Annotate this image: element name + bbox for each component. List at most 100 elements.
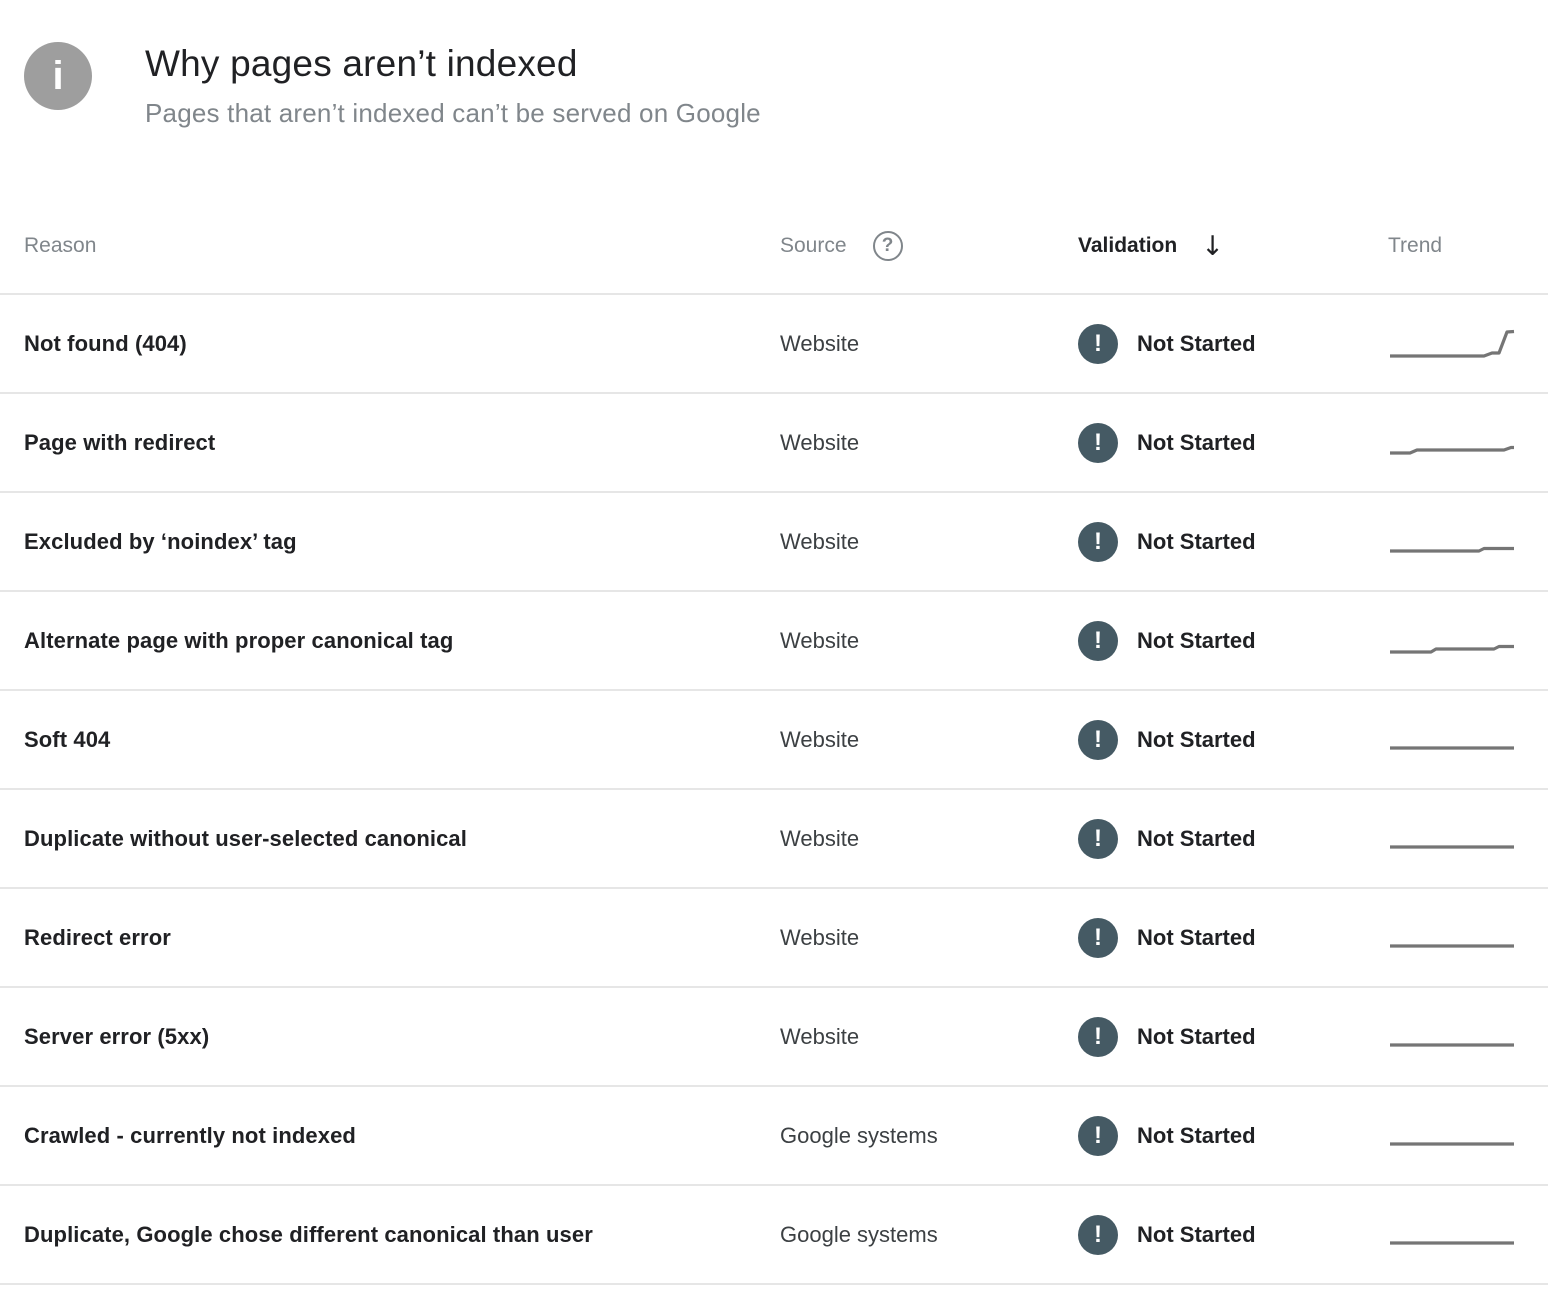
table-header: Reason Source ? Validation ↓ Trend: [0, 199, 1548, 295]
trend-cell: [1388, 522, 1548, 562]
column-header-reason-label: Reason: [24, 234, 96, 258]
validation-cell: ! Not Started: [1078, 819, 1388, 859]
reason-label: Not found (404): [0, 331, 780, 357]
validation-status-label: Not Started: [1137, 826, 1256, 852]
column-header-validation[interactable]: Validation ↓: [1078, 231, 1388, 262]
column-header-source-label: Source: [780, 234, 847, 258]
table-row[interactable]: Duplicate without user-selected canonica…: [0, 790, 1548, 889]
trend-cell: [1388, 1017, 1548, 1057]
validation-status-label: Not Started: [1137, 628, 1256, 654]
trend-sparkline: [1388, 1017, 1516, 1057]
trend-sparkline: [1388, 324, 1516, 364]
source-label: Website: [780, 430, 1078, 456]
validation-badge: !: [1078, 1116, 1118, 1156]
validation-cell: ! Not Started: [1078, 522, 1388, 562]
reason-label: Soft 404: [0, 727, 780, 753]
table-row[interactable]: Duplicate, Google chose different canoni…: [0, 1186, 1548, 1285]
reason-label: Duplicate without user-selected canonica…: [0, 826, 780, 852]
table-row[interactable]: Soft 404 Website ! Not Started: [0, 691, 1548, 790]
source-label: Website: [780, 628, 1078, 654]
source-label: Website: [780, 727, 1078, 753]
table-row[interactable]: Server error (5xx) Website ! Not Started: [0, 988, 1548, 1087]
trend-sparkline: [1388, 1116, 1516, 1156]
reason-label: Excluded by ‘noindex’ tag: [0, 529, 780, 555]
exclamation-icon: !: [1094, 1023, 1102, 1051]
validation-badge: !: [1078, 1017, 1118, 1057]
help-icon[interactable]: ?: [873, 231, 903, 261]
source-label: Website: [780, 1024, 1078, 1050]
exclamation-icon: !: [1094, 330, 1102, 358]
validation-status-label: Not Started: [1137, 1024, 1256, 1050]
table-row[interactable]: Redirect error Website ! Not Started: [0, 889, 1548, 988]
validation-badge: !: [1078, 324, 1118, 364]
table-row[interactable]: Page with redirect Website ! Not Started: [0, 394, 1548, 493]
validation-cell: ! Not Started: [1078, 1215, 1388, 1255]
exclamation-icon: !: [1094, 1221, 1102, 1249]
trend-cell: [1388, 621, 1548, 661]
source-label: Google systems: [780, 1222, 1078, 1248]
page-subtitle: Pages that aren’t indexed can’t be serve…: [145, 98, 761, 129]
validation-status-label: Not Started: [1137, 727, 1256, 753]
exclamation-icon: !: [1094, 429, 1102, 457]
trend-cell: [1388, 423, 1548, 463]
exclamation-icon: !: [1094, 1122, 1102, 1150]
validation-cell: ! Not Started: [1078, 918, 1388, 958]
table-row[interactable]: Crawled - currently not indexed Google s…: [0, 1087, 1548, 1186]
column-header-source[interactable]: Source ?: [780, 231, 1078, 261]
validation-status-label: Not Started: [1137, 925, 1256, 951]
exclamation-icon: !: [1094, 726, 1102, 754]
page-root: i Why pages aren’t indexed Pages that ar…: [0, 0, 1548, 1296]
validation-status-label: Not Started: [1137, 331, 1256, 357]
arrow-down-icon: ↓: [1201, 231, 1224, 262]
trend-cell: [1388, 918, 1548, 958]
column-header-validation-label: Validation: [1078, 234, 1177, 258]
help-icon-glyph: ?: [882, 235, 894, 257]
validation-cell: ! Not Started: [1078, 1017, 1388, 1057]
column-header-reason[interactable]: Reason: [0, 234, 780, 258]
trend-cell: [1388, 819, 1548, 859]
table-body: Not found (404) Website ! Not Started Pa…: [0, 295, 1548, 1285]
trend-sparkline: [1388, 819, 1516, 859]
reason-label: Page with redirect: [0, 430, 780, 456]
reason-label: Crawled - currently not indexed: [0, 1123, 780, 1149]
column-header-trend-label: Trend: [1388, 234, 1442, 258]
trend-cell: [1388, 324, 1548, 364]
validation-badge: !: [1078, 423, 1118, 463]
validation-status-label: Not Started: [1137, 529, 1256, 555]
reason-label: Redirect error: [0, 925, 780, 951]
validation-badge: !: [1078, 1215, 1118, 1255]
validation-badge: !: [1078, 720, 1118, 760]
validation-status-label: Not Started: [1137, 1123, 1256, 1149]
column-header-trend[interactable]: Trend: [1388, 234, 1548, 258]
source-label: Google systems: [780, 1123, 1078, 1149]
trend-sparkline: [1388, 720, 1516, 760]
reason-label: Duplicate, Google chose different canoni…: [0, 1222, 780, 1248]
validation-cell: ! Not Started: [1078, 621, 1388, 661]
table-row[interactable]: Alternate page with proper canonical tag…: [0, 592, 1548, 691]
table-row[interactable]: Not found (404) Website ! Not Started: [0, 295, 1548, 394]
validation-cell: ! Not Started: [1078, 720, 1388, 760]
reason-label: Alternate page with proper canonical tag: [0, 628, 780, 654]
trend-sparkline: [1388, 621, 1516, 661]
source-label: Website: [780, 826, 1078, 852]
validation-cell: ! Not Started: [1078, 324, 1388, 364]
validation-badge: !: [1078, 522, 1118, 562]
exclamation-icon: !: [1094, 924, 1102, 952]
info-icon: i: [24, 42, 92, 110]
page-header-titles: Why pages aren’t indexed Pages that aren…: [145, 42, 761, 129]
page-title: Why pages aren’t indexed: [145, 42, 761, 86]
trend-cell: [1388, 1215, 1548, 1255]
trend-sparkline: [1388, 423, 1516, 463]
validation-badge: !: [1078, 621, 1118, 661]
validation-badge: !: [1078, 918, 1118, 958]
source-label: Website: [780, 925, 1078, 951]
trend-sparkline: [1388, 1215, 1516, 1255]
info-icon-glyph: i: [52, 54, 63, 99]
exclamation-icon: !: [1094, 528, 1102, 556]
table-row[interactable]: Excluded by ‘noindex’ tag Website ! Not …: [0, 493, 1548, 592]
validation-cell: ! Not Started: [1078, 423, 1388, 463]
trend-cell: [1388, 1116, 1548, 1156]
source-label: Website: [780, 331, 1078, 357]
validation-status-label: Not Started: [1137, 430, 1256, 456]
source-label: Website: [780, 529, 1078, 555]
